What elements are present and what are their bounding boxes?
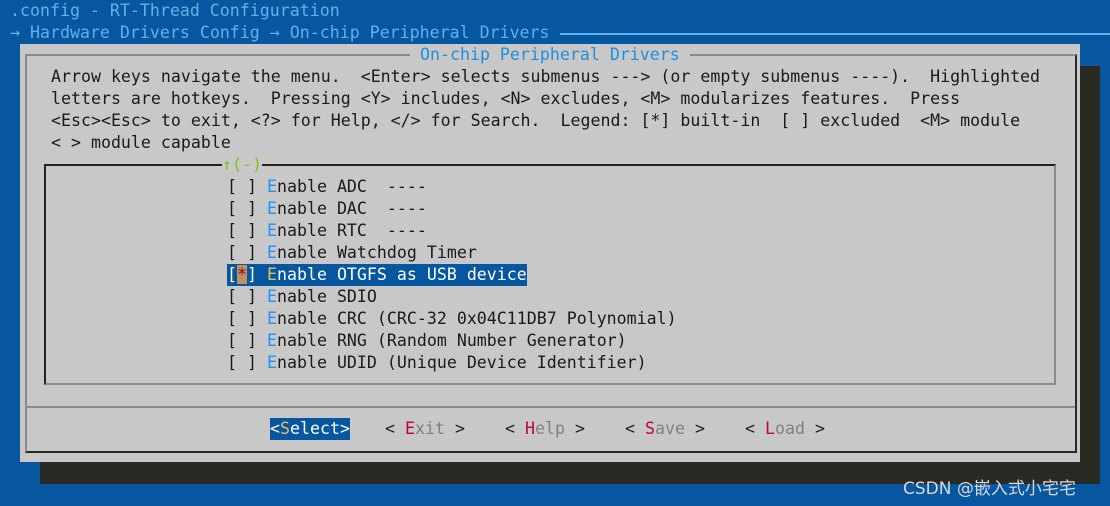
- hotkey-letter: E: [267, 199, 277, 218]
- help-button[interactable]: < Help >: [505, 418, 585, 440]
- bracket: <: [625, 419, 645, 438]
- checkbox[interactable]: [ ]: [227, 177, 257, 196]
- watermark: CSDN @嵌入式小宅宅: [903, 479, 1076, 499]
- bracket: >: [684, 419, 705, 438]
- hotkey-letter: L: [764, 419, 775, 438]
- help-text-line: letters are hotkeys. Pressing <Y> includ…: [51, 89, 961, 108]
- hotkey-letter: E: [267, 243, 277, 262]
- menu-item[interactable]: [ ] Enable DAC ----: [227, 198, 427, 220]
- save-button[interactable]: < Save >: [625, 418, 705, 440]
- button-separator: [25, 406, 1075, 408]
- button-label: elect: [290, 419, 340, 438]
- scroll-up-indicator[interactable]: ↑(-): [222, 154, 262, 176]
- menu-item[interactable]: [ ] Enable ADC ----: [227, 176, 427, 198]
- breadcrumb: → Hardware Drivers Config → On-chip Peri…: [10, 22, 550, 44]
- bracket: >: [564, 419, 585, 438]
- checkbox[interactable]: [ ]: [227, 243, 257, 262]
- bracket: >: [339, 419, 350, 438]
- button-label: oad: [774, 419, 805, 438]
- button-label: xit: [414, 419, 445, 438]
- menu-item[interactable]: [ ] Enable Watchdog Timer: [227, 242, 477, 264]
- bracket: <: [745, 419, 765, 438]
- help-text-line: < > module capable: [51, 133, 231, 152]
- menu-item-label: nable UDID (Unique Device Identifier): [277, 353, 647, 372]
- help-text-line: <Esc><Esc> to exit, <?> for Help, </> fo…: [51, 111, 1021, 130]
- bracket: >: [444, 419, 465, 438]
- hotkey-letter: S: [644, 419, 655, 438]
- breadcrumb-line: [560, 33, 1110, 35]
- load-button[interactable]: < Load >: [745, 418, 825, 440]
- select-button[interactable]: <Select>: [270, 418, 350, 440]
- checkbox[interactable]: [ ]: [227, 353, 257, 372]
- menu-item[interactable]: [ ] Enable RTC ----: [227, 220, 427, 242]
- checkbox[interactable]: [ ]: [227, 331, 257, 350]
- menu-item[interactable]: [ ] Enable SDIO: [227, 286, 377, 308]
- hotkey-letter: E: [267, 177, 277, 196]
- breadcrumb-item: Hardware Drivers Config: [30, 23, 260, 42]
- checkbox[interactable]: [ ]: [227, 199, 257, 218]
- menu-item-label: nable DAC ----: [277, 199, 427, 218]
- bracket: >: [804, 419, 825, 438]
- hotkey-letter: E: [267, 353, 277, 372]
- bracket: <: [385, 419, 405, 438]
- menu-list[interactable]: ↑(-) [ ] Enable ADC ----[ ] Enable DAC -…: [44, 154, 1056, 385]
- menu-item[interactable]: [ ] Enable CRC (CRC-32 0x04C11DB7 Polyno…: [227, 308, 677, 330]
- menu-item[interactable]: [ ] Enable RNG (Random Number Generator): [227, 330, 627, 352]
- menu-item-label: nable CRC (CRC-32 0x04C11DB7 Polynomial): [277, 309, 677, 328]
- checkbox[interactable]: [ ]: [227, 287, 257, 306]
- bracket: <: [505, 419, 525, 438]
- menu-item[interactable]: [*] Enable OTGFS as USB device: [227, 264, 527, 286]
- menu-item[interactable]: [ ] Enable UDID (Unique Device Identifie…: [227, 352, 647, 374]
- hotkey-letter: E: [404, 419, 415, 438]
- hotkey-letter: E: [267, 331, 277, 350]
- checkbox[interactable]: [ ]: [227, 309, 257, 328]
- window-title: .config - RT-Thread Configuration: [10, 1, 340, 20]
- menu-dialog: On-chip Peripheral Drivers Arrow keys na…: [20, 44, 1080, 462]
- checkbox[interactable]: [*]: [227, 265, 257, 284]
- hotkey-letter: E: [267, 265, 277, 284]
- dialog-title: On-chip Peripheral Drivers: [410, 44, 690, 66]
- help-text-line: Arrow keys navigate the menu. <Enter> se…: [51, 67, 1041, 86]
- exit-button[interactable]: < Exit >: [385, 418, 465, 440]
- menu-item-label: nable ADC ----: [277, 177, 427, 196]
- checkbox[interactable]: [ ]: [227, 221, 257, 240]
- menu-item-label: nable OTGFS as USB device: [277, 265, 527, 284]
- hotkey-letter: H: [524, 419, 535, 438]
- menu-item-label: nable Watchdog Timer: [277, 243, 477, 262]
- button-label: elp: [534, 419, 565, 438]
- menu-item-label: nable RNG (Random Number Generator): [277, 331, 627, 350]
- button-label: ave: [654, 419, 685, 438]
- arrow-icon: →: [10, 23, 20, 42]
- hotkey-letter: E: [267, 309, 277, 328]
- hotkey-letter: E: [267, 221, 277, 240]
- hotkey-letter: E: [267, 287, 277, 306]
- bracket: <: [270, 419, 280, 438]
- menu-item-label: nable RTC ----: [277, 221, 427, 240]
- hotkey-letter: S: [280, 419, 290, 438]
- arrow-icon: →: [269, 23, 280, 42]
- breadcrumb-item: On-chip Peripheral Drivers: [289, 23, 550, 42]
- menu-item-label: nable SDIO: [277, 287, 377, 306]
